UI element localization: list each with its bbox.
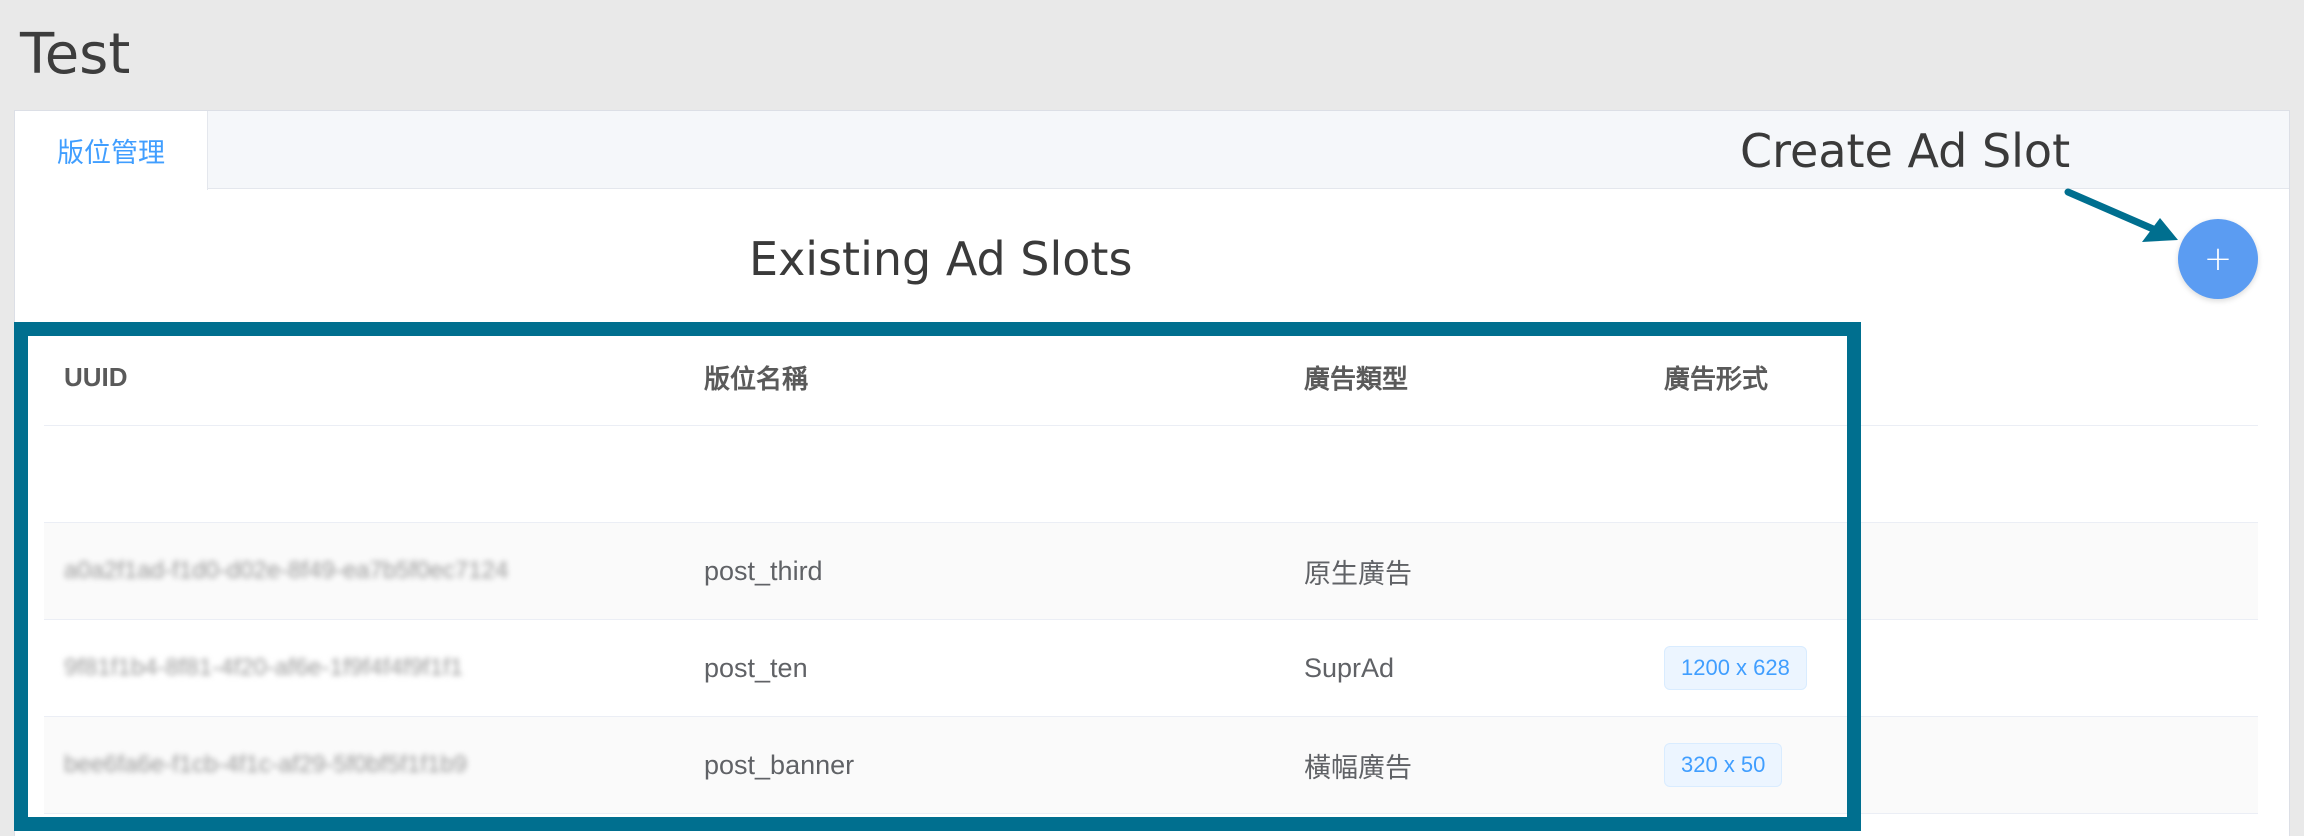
cell-uuid: 9f81f1b4-8f81-4f20-af6e-1f9f4f4f9f1f1 [64, 654, 463, 681]
cell-slot-name: post_banner [704, 749, 855, 780]
column-header-ad-type[interactable]: 廣告類型 [1304, 330, 1408, 425]
table-row[interactable]: bee6fa6e-f1cb-4f1c-af29-5f0bf5f1f1b9 pos… [44, 717, 2258, 814]
table-row[interactable]: 9f81f1b4-8f81-4f20-af6e-1f9f4f4f9f1f1 po… [44, 620, 2258, 717]
cell-uuid: a0a2f1ad-f1d0-d02e-8f49-ea7b5f0ec7124 [64, 557, 509, 584]
existing-ad-slots-annotation: Existing Ad Slots [749, 232, 1133, 286]
plus-icon: + [2203, 239, 2233, 279]
cell-ad-type: SuprAd [1304, 652, 1395, 683]
cell-ad-type: 橫幅廣告 [1304, 752, 1412, 783]
cell-ad-format: 320 x 50 [1664, 717, 1783, 813]
table-header-row: UUID 版位名稱 廣告類型 廣告形式 [44, 330, 2258, 426]
tab-ad-slot-management[interactable]: 版位管理 [15, 111, 208, 190]
page-title: Test [20, 22, 131, 87]
column-header-slot-name[interactable]: 版位名稱 [704, 330, 808, 425]
create-ad-slot-annotation: Create Ad Slot [1740, 124, 2071, 178]
ad-size-tag: 320 x 50 [1664, 743, 1783, 787]
ad-size-tag: 1200 x 628 [1664, 646, 1807, 690]
ad-slots-table: UUID 版位名稱 廣告類型 廣告形式 a0a2f1ad-f1d0-d02e-8… [44, 330, 2258, 814]
column-header-ad-format[interactable]: 廣告形式 [1664, 330, 1768, 425]
cell-ad-type: 原生廣告 [1304, 558, 1412, 589]
cell-uuid: bee6fa6e-f1cb-4f1c-af29-5f0bf5f1f1b9 [64, 751, 467, 778]
add-ad-slot-button[interactable]: + [2178, 219, 2258, 299]
table-row[interactable]: a0a2f1ad-f1d0-d02e-8f49-ea7b5f0ec7124 po… [44, 523, 2258, 620]
cell-slot-name: post_third [704, 555, 823, 586]
cell-ad-format: 1200 x 628 [1664, 620, 1807, 716]
table-row[interactable] [44, 426, 2258, 523]
column-header-uuid[interactable]: UUID [64, 330, 128, 425]
cell-slot-name: post_ten [704, 652, 808, 683]
